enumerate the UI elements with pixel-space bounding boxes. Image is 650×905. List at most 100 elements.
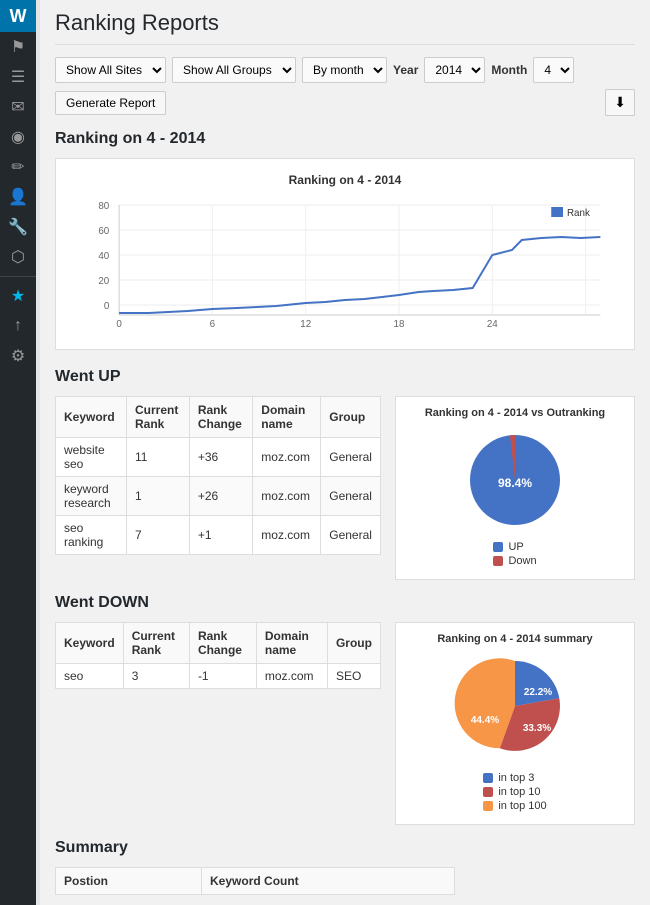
- cell-rank-change: -1: [189, 664, 256, 689]
- download-button[interactable]: ⬇: [605, 89, 635, 116]
- month-dropdown[interactable]: 4: [533, 57, 574, 83]
- cell-keyword: seo: [56, 664, 124, 689]
- cell-group: General: [321, 516, 381, 555]
- sidebar-logo[interactable]: W: [0, 0, 36, 32]
- svg-text:20: 20: [98, 276, 109, 287]
- year-label: Year: [393, 63, 418, 77]
- sites-dropdown[interactable]: Show All Sites: [55, 57, 166, 83]
- sidebar-icon-edit[interactable]: ✏: [0, 152, 36, 182]
- sidebar-icon-up[interactable]: ↑: [0, 311, 36, 341]
- cell-keyword: website seo: [56, 438, 127, 477]
- svg-text:60: 60: [98, 226, 109, 237]
- table-row: website seo 11 +36 moz.com General: [56, 438, 381, 477]
- svg-text:12: 12: [300, 319, 311, 330]
- col-domain-d: Domain name: [256, 623, 327, 664]
- went-up-legend: UP Down: [493, 541, 536, 569]
- legend-up-dot: [493, 542, 503, 552]
- line-chart: 80 60 40 20 0 0 6 12 18 24 Rank: [70, 195, 620, 335]
- svg-text:33.3%: 33.3%: [523, 723, 551, 734]
- svg-text:6: 6: [210, 319, 216, 330]
- cell-domain: moz.com: [253, 438, 321, 477]
- svg-text:18: 18: [394, 319, 405, 330]
- sidebar-icon-user[interactable]: 👤: [0, 182, 36, 212]
- summary-title: Summary: [55, 839, 635, 857]
- legend-top10-label: in top 10: [498, 786, 540, 798]
- col-current-rank: Current Rank: [127, 397, 190, 438]
- table-row: keyword research 1 +26 moz.com General: [56, 477, 381, 516]
- went-up-title: Went UP: [55, 368, 635, 386]
- legend-top10-dot: [483, 787, 493, 797]
- col-group-d: Group: [327, 623, 380, 664]
- legend-top3-dot: [483, 773, 493, 783]
- month-label: Month: [491, 63, 527, 77]
- cell-current-rank: 3: [123, 664, 189, 689]
- legend-top10: in top 10: [483, 786, 546, 798]
- went-up-pie-title: Ranking on 4 - 2014 vs Outranking: [406, 407, 624, 419]
- went-up-pie-section: Ranking on 4 - 2014 vs Outranking 98.4%: [395, 396, 635, 580]
- cell-domain: moz.com: [256, 664, 327, 689]
- went-down-legend: in top 3 in top 10 in top 100: [483, 772, 546, 814]
- cell-group: General: [321, 477, 381, 516]
- col-current-rank-d: Current Rank: [123, 623, 189, 664]
- went-down-table: Keyword Current Rank Rank Change Domain …: [55, 622, 381, 689]
- legend-down: Down: [493, 555, 536, 567]
- summary-col-keyword-count: Keyword Count: [202, 868, 455, 895]
- year-dropdown[interactable]: 2014: [424, 57, 485, 83]
- sidebar-icon-ranking[interactable]: ★: [0, 281, 36, 311]
- went-down-section: Keyword Current Rank Rank Change Domain …: [55, 622, 635, 825]
- generate-report-button[interactable]: Generate Report: [55, 91, 166, 115]
- sidebar-icon-hex[interactable]: ⬡: [0, 242, 36, 272]
- summary-table: Postion Keyword Count: [55, 867, 455, 895]
- svg-text:80: 80: [98, 201, 109, 212]
- col-keyword: Keyword: [56, 397, 127, 438]
- svg-text:0: 0: [116, 319, 122, 330]
- line-chart-box: Ranking on 4 - 2014 80: [55, 158, 635, 350]
- legend-down-dot: [493, 556, 503, 566]
- went-down-table-section: Keyword Current Rank Rank Change Domain …: [55, 622, 381, 825]
- cell-rank-change: +26: [189, 477, 252, 516]
- groups-dropdown[interactable]: Show All Groups: [172, 57, 296, 83]
- sidebar-icon-settings[interactable]: ⚙: [0, 341, 36, 371]
- svg-text:44.4%: 44.4%: [471, 715, 499, 726]
- cell-domain: moz.com: [253, 516, 321, 555]
- went-down-pie-box: Ranking on 4 - 2014 summary: [395, 622, 635, 825]
- page-title: Ranking Reports: [55, 10, 635, 45]
- legend-up-label: UP: [508, 541, 523, 553]
- went-up-table-section: Keyword Current Rank Rank Change Domain …: [55, 396, 381, 580]
- cell-keyword: seo ranking: [56, 516, 127, 555]
- went-down-pie-title: Ranking on 4 - 2014 summary: [406, 633, 624, 645]
- legend-top100-label: in top 100: [498, 800, 546, 812]
- chart-title: Ranking on 4 - 2014: [70, 173, 620, 187]
- cell-rank-change: +1: [189, 516, 252, 555]
- col-keyword-d: Keyword: [56, 623, 124, 664]
- legend-down-label: Down: [508, 555, 536, 567]
- went-up-pie-box: Ranking on 4 - 2014 vs Outranking 98.4%: [395, 396, 635, 580]
- sidebar-icon-tools[interactable]: 🔧: [0, 212, 36, 242]
- legend-top100-dot: [483, 801, 493, 811]
- sidebar-icon-circle[interactable]: ◉: [0, 122, 36, 152]
- col-rank-change-d: Rank Change: [189, 623, 256, 664]
- svg-text:0: 0: [104, 301, 110, 312]
- cell-group: SEO: [327, 664, 380, 689]
- table-row: seo 3 -1 moz.com SEO: [56, 664, 381, 689]
- col-rank-change: Rank Change: [189, 397, 252, 438]
- svg-text:24: 24: [487, 319, 498, 330]
- col-domain: Domain name: [253, 397, 321, 438]
- svg-text:Rank: Rank: [567, 208, 590, 219]
- legend-top3-label: in top 3: [498, 772, 534, 784]
- sidebar-icon-menu[interactable]: ☰: [0, 62, 36, 92]
- sidebar-icon-flag[interactable]: ⚑: [0, 32, 36, 62]
- legend-top3: in top 3: [483, 772, 546, 784]
- went-down-pie-section: Ranking on 4 - 2014 summary: [395, 622, 635, 825]
- main-content: Ranking Reports Show All Sites Show All …: [40, 0, 650, 905]
- summary-col-position: Postion: [56, 868, 202, 895]
- bymonth-dropdown[interactable]: By month: [302, 57, 387, 83]
- sidebar-icon-mail[interactable]: ✉: [0, 92, 36, 122]
- cell-rank-change: +36: [189, 438, 252, 477]
- went-down-title: Went DOWN: [55, 594, 635, 612]
- cell-current-rank: 1: [127, 477, 190, 516]
- went-up-table: Keyword Current Rank Rank Change Domain …: [55, 396, 381, 555]
- cell-domain: moz.com: [253, 477, 321, 516]
- svg-text:40: 40: [98, 251, 109, 262]
- went-down-pie-wrap: 22.2% 33.3% 44.4% in top 3 in top 10: [406, 651, 624, 814]
